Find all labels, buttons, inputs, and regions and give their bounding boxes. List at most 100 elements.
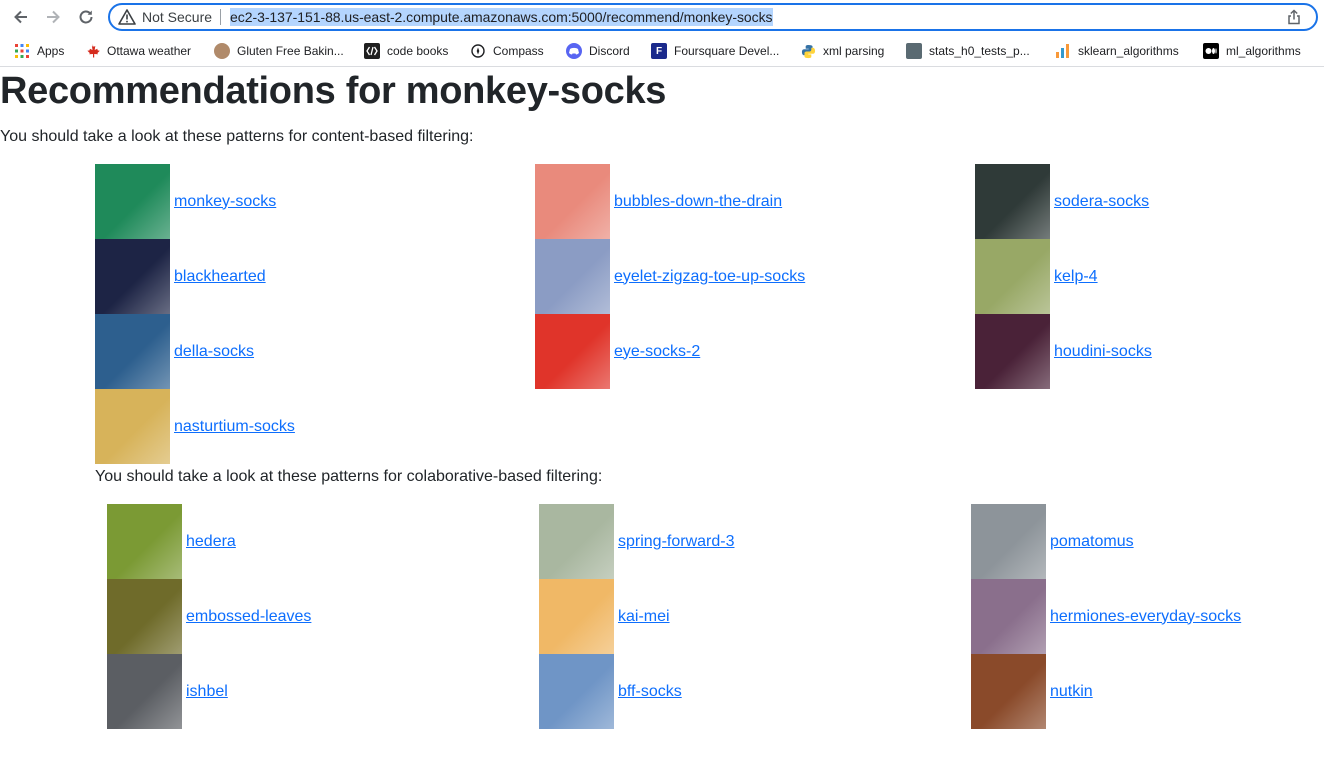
pattern-result-item: della-socks	[95, 314, 254, 389]
pattern-result-item: nasturtium-socks	[95, 389, 295, 464]
stats-avatar-icon	[906, 43, 922, 59]
pattern-result-item: hedera	[107, 504, 236, 579]
bookmark-label: Gluten Free Bakin...	[237, 44, 344, 58]
pattern-result-item: ishbel	[107, 654, 228, 729]
pattern-link[interactable]: pomatomus	[1046, 533, 1134, 551]
bookmark-label: Apps	[37, 44, 65, 58]
pattern-thumbnail[interactable]	[95, 239, 170, 314]
pattern-thumbnail[interactable]	[971, 579, 1046, 654]
bookmark-compass[interactable]: Compass	[470, 41, 544, 61]
pattern-link[interactable]: hedera	[182, 533, 236, 551]
bookmark-gluten-free-baking[interactable]: Gluten Free Bakin...	[214, 41, 344, 61]
pattern-link[interactable]: sodera-socks	[1050, 193, 1149, 211]
bookmark-ottawa-weather[interactable]: Ottawa weather	[84, 41, 191, 61]
bookmark-label: Compass	[493, 44, 544, 58]
medium-icon	[1203, 43, 1219, 59]
pattern-link[interactable]: kai-mei	[614, 608, 670, 626]
forward-button[interactable]	[42, 6, 64, 28]
reload-button[interactable]	[75, 6, 97, 28]
pattern-thumbnail[interactable]	[107, 504, 182, 579]
pattern-result-item: monkey-socks	[95, 164, 276, 239]
url-text[interactable]: ec2-3-137-151-88.us-east-2.compute.amazo…	[230, 8, 773, 26]
back-arrow-icon	[14, 10, 27, 24]
forward-arrow-icon	[47, 10, 60, 24]
pattern-link[interactable]: hermiones-everyday-socks	[1046, 608, 1241, 626]
bookmark-label: Discord	[589, 44, 630, 58]
pattern-result-item: houdini-socks	[975, 314, 1152, 389]
bookmark-label: Ottawa weather	[107, 44, 192, 58]
page-title: Recommendations for monkey-socks	[0, 70, 667, 112]
pattern-thumbnail[interactable]	[975, 314, 1050, 389]
pattern-result-item: embossed-leaves	[107, 579, 311, 654]
bookmark-discord[interactable]: Discord	[566, 41, 630, 61]
bookmark-xml-parsing[interactable]: xml parsing	[800, 41, 884, 61]
pattern-link[interactable]: eyelet-zigzag-toe-up-socks	[610, 268, 805, 286]
pattern-result-item: eyelet-zigzag-toe-up-socks	[535, 239, 805, 314]
pattern-thumbnail[interactable]	[95, 314, 170, 389]
pattern-result-item: kelp-4	[975, 239, 1098, 314]
pattern-link[interactable]: embossed-leaves	[182, 608, 311, 626]
collaborative-filtering-intro: You should take a look at these patterns…	[95, 468, 603, 485]
python-icon	[800, 43, 816, 59]
bookmark-sklearn-algorithms[interactable]: sklearn_algorithms	[1055, 41, 1179, 61]
reload-icon	[79, 10, 93, 24]
warning-icon[interactable]	[118, 8, 136, 26]
pattern-link[interactable]: della-socks	[170, 343, 254, 361]
pattern-result-item: bubbles-down-the-drain	[535, 164, 782, 239]
security-status-label[interactable]: Not Secure	[142, 9, 212, 25]
pattern-link[interactable]: kelp-4	[1050, 268, 1098, 286]
back-button[interactable]	[10, 6, 32, 28]
pattern-thumbnail[interactable]	[95, 389, 170, 464]
pattern-thumbnail[interactable]	[539, 654, 614, 729]
foursquare-icon: F	[651, 43, 667, 59]
pattern-thumbnail[interactable]	[107, 654, 182, 729]
maple-leaf-icon	[84, 43, 100, 59]
pattern-result-item: pomatomus	[971, 504, 1134, 579]
bookmark-label: xml parsing	[823, 44, 885, 58]
pattern-thumbnail[interactable]	[95, 164, 170, 239]
bookmark-stats-h0-tests[interactable]: stats_h0_tests_p...	[906, 41, 1030, 61]
share-icon[interactable]	[1286, 9, 1302, 25]
pattern-link[interactable]: bff-socks	[614, 683, 682, 701]
bookmark-apps[interactable]: Apps	[14, 41, 64, 61]
pattern-thumbnail[interactable]	[535, 239, 610, 314]
bookmark-foursquare[interactable]: F Foursquare Devel...	[651, 41, 779, 61]
pattern-result-item: nutkin	[971, 654, 1093, 729]
pattern-link[interactable]: blackhearted	[170, 268, 266, 286]
pattern-result-item: spring-forward-3	[539, 504, 734, 579]
pattern-result-item: eye-socks-2	[535, 314, 700, 389]
pattern-link[interactable]: monkey-socks	[170, 193, 276, 211]
pattern-thumbnail[interactable]	[535, 314, 610, 389]
pattern-result-item: sodera-socks	[975, 164, 1149, 239]
sklearn-icon	[1055, 43, 1071, 59]
bookmark-code-books[interactable]: code books	[364, 41, 448, 61]
bookmark-label: stats_h0_tests_p...	[929, 44, 1030, 58]
pattern-result-item: hermiones-everyday-socks	[971, 579, 1241, 654]
pattern-thumbnail[interactable]	[539, 579, 614, 654]
pattern-thumbnail[interactable]	[107, 579, 182, 654]
pattern-thumbnail[interactable]	[975, 164, 1050, 239]
bookmark-ml-algorithms[interactable]: ml_algorithms	[1203, 41, 1301, 61]
bookmark-label: ml_algorithms	[1226, 44, 1301, 58]
pattern-thumbnail[interactable]	[975, 239, 1050, 314]
apps-grid-icon	[14, 43, 30, 59]
pattern-link[interactable]: bubbles-down-the-drain	[610, 193, 782, 211]
code-books-icon	[364, 43, 380, 59]
compass-icon	[470, 43, 486, 59]
pattern-link[interactable]: ishbel	[182, 683, 228, 701]
pattern-link[interactable]: nasturtium-socks	[170, 418, 295, 436]
pattern-link[interactable]: nutkin	[1046, 683, 1093, 701]
bookmark-label: sklearn_algorithms	[1078, 44, 1179, 58]
pattern-link[interactable]: eye-socks-2	[610, 343, 700, 361]
pattern-link[interactable]: houdini-socks	[1050, 343, 1152, 361]
content-filtering-intro: You should take a look at these patterns…	[0, 128, 474, 145]
pattern-thumbnail[interactable]	[971, 504, 1046, 579]
pattern-result-item: kai-mei	[539, 579, 670, 654]
pattern-thumbnail[interactable]	[971, 654, 1046, 729]
address-bar[interactable]: Not Secure ec2-3-137-151-88.us-east-2.co…	[108, 3, 1318, 31]
pattern-thumbnail[interactable]	[539, 504, 614, 579]
pattern-thumbnail[interactable]	[535, 164, 610, 239]
pattern-result-item: blackhearted	[95, 239, 266, 314]
pattern-link[interactable]: spring-forward-3	[614, 533, 734, 551]
browser-toolbar: Not Secure ec2-3-137-151-88.us-east-2.co…	[0, 0, 1324, 36]
